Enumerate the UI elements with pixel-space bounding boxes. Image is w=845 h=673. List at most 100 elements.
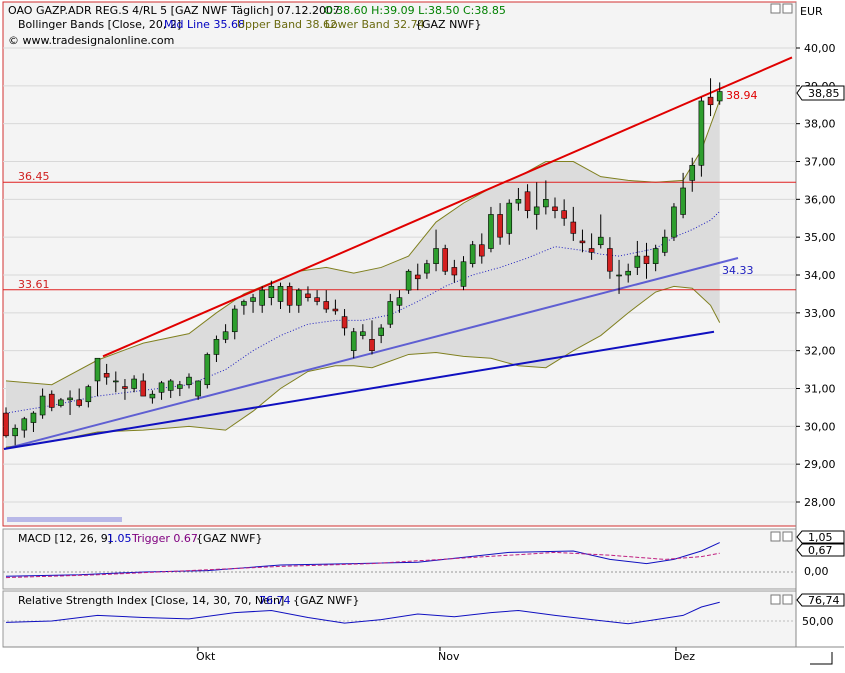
candle-body bbox=[616, 274, 622, 277]
upper-trend-label: 38.94 bbox=[726, 89, 758, 102]
y-tick-label: 33,00 bbox=[804, 307, 836, 320]
candle-body bbox=[442, 248, 449, 272]
ohlc-values: O:38.60 H:39.09 L:38.50 C:38.85 bbox=[324, 4, 506, 17]
candle-body bbox=[497, 214, 503, 238]
candle-body bbox=[424, 263, 430, 274]
candle-body bbox=[478, 244, 485, 257]
candle-body bbox=[515, 199, 522, 204]
rsi-value: 76.74 bbox=[259, 594, 291, 607]
y-tick-label: 30,00 bbox=[804, 420, 836, 433]
candle-body bbox=[680, 187, 686, 215]
candle-body bbox=[707, 96, 714, 106]
candle-body bbox=[643, 255, 650, 264]
candle bbox=[405, 269, 412, 294]
candle-body bbox=[295, 289, 302, 306]
candle-body bbox=[689, 164, 696, 181]
rsi-minimize-icon[interactable] bbox=[770, 594, 781, 605]
x-tick-label: Okt bbox=[196, 650, 216, 663]
candle-body bbox=[30, 412, 37, 423]
scroll-indicator[interactable] bbox=[7, 517, 122, 522]
candle-body bbox=[21, 418, 28, 431]
y-tick-label: 35,00 bbox=[804, 231, 836, 244]
candle-body bbox=[561, 210, 567, 219]
candle-body bbox=[716, 91, 723, 102]
candle-body bbox=[204, 354, 211, 386]
candle-body bbox=[652, 248, 659, 264]
rsi-source: {GAZ NWF} bbox=[293, 594, 360, 607]
bollinger-mid: Mid Line 35.68 bbox=[164, 18, 245, 31]
candle-body bbox=[250, 297, 256, 302]
candle-body bbox=[433, 248, 439, 264]
y-tick-label: 37,00 bbox=[804, 156, 836, 169]
minimize-icon[interactable] bbox=[770, 3, 781, 14]
chart-canvas[interactable]: 40,0039,0038,0037,0036,0035,0034,0033,00… bbox=[0, 0, 845, 673]
candle-body bbox=[597, 236, 604, 246]
currency-label: EUR bbox=[800, 5, 823, 18]
bollinger-source: {GAZ NWF} bbox=[415, 18, 482, 31]
candle-body bbox=[552, 206, 558, 211]
candle-body bbox=[39, 395, 46, 416]
y-tick-label: 28,00 bbox=[804, 496, 836, 509]
candle bbox=[671, 203, 677, 241]
macd-source: {GAZ NWF} bbox=[196, 532, 263, 545]
candle-body bbox=[698, 100, 705, 166]
copyright-text: © www.tradesignalonline.com bbox=[8, 34, 174, 47]
candle-body bbox=[12, 427, 18, 437]
candle bbox=[698, 97, 705, 177]
candle-body bbox=[369, 339, 375, 351]
y-tick-label: 38,00 bbox=[804, 118, 836, 131]
candle-body bbox=[579, 240, 586, 244]
y-tick-label: 40,00 bbox=[804, 42, 836, 55]
macd-close-icon[interactable] bbox=[782, 531, 793, 542]
y-tick-label: 34,00 bbox=[804, 269, 836, 282]
level-high-label: 36.45 bbox=[18, 170, 50, 183]
candle-body bbox=[378, 327, 384, 336]
candle-body bbox=[570, 221, 577, 234]
candle-body bbox=[58, 399, 64, 406]
candle-body bbox=[607, 248, 613, 272]
candle-body bbox=[186, 376, 192, 386]
level-low-label: 33.61 bbox=[18, 278, 50, 291]
close-icon[interactable] bbox=[782, 3, 793, 14]
candle-body bbox=[231, 308, 238, 333]
rsi-value-box-text: 76,74 bbox=[808, 594, 840, 607]
candle-body bbox=[332, 308, 339, 312]
y-tick-label: 29,00 bbox=[804, 458, 836, 471]
candle-body bbox=[469, 244, 476, 264]
candle-body bbox=[524, 191, 531, 211]
candle-body bbox=[113, 380, 119, 383]
candle-body bbox=[103, 373, 110, 378]
candle-body bbox=[149, 393, 156, 399]
candle-body bbox=[305, 293, 311, 298]
candle-body bbox=[140, 380, 147, 397]
candle-body bbox=[543, 199, 549, 208]
candle-body bbox=[48, 393, 55, 408]
candle-body bbox=[634, 255, 641, 268]
bollinger-upper: Upper Band 38.62 bbox=[237, 18, 337, 31]
candle-body bbox=[131, 378, 137, 389]
rsi-name: Relative Strength Index [Close, 14, 30, … bbox=[18, 594, 284, 607]
candle-body bbox=[67, 397, 73, 401]
candle-body bbox=[414, 274, 421, 280]
candle-body bbox=[671, 206, 677, 238]
candle bbox=[469, 240, 476, 268]
resize-corner-icon[interactable] bbox=[810, 652, 833, 665]
macd-minimize-icon[interactable] bbox=[770, 531, 781, 542]
candle-body bbox=[451, 267, 458, 276]
candle-body bbox=[506, 202, 513, 234]
candle-body bbox=[76, 399, 82, 406]
rsi-close-icon[interactable] bbox=[782, 594, 793, 605]
candle-body bbox=[122, 386, 128, 389]
candle-body bbox=[177, 384, 183, 389]
candle-body bbox=[350, 331, 357, 351]
last-price-value: 38,85 bbox=[808, 87, 840, 100]
macd-value-box-text: 1,05 bbox=[808, 531, 833, 544]
x-tick-label: Nov bbox=[438, 650, 460, 663]
candle-body bbox=[323, 301, 330, 310]
chart-title: OAO GAZP.ADR REG.S 4/RL 5 [GAZ NWF Tägli… bbox=[8, 4, 340, 17]
macd-trigger: Trigger 0.67 bbox=[131, 532, 198, 545]
chart-window: 40,0039,0038,0037,0036,0035,0034,0033,00… bbox=[0, 0, 845, 673]
macd-trigger-box-text: 0,67 bbox=[808, 544, 833, 557]
candle-body bbox=[3, 412, 9, 437]
macd-name: MACD [12, 26, 9] bbox=[18, 532, 112, 545]
